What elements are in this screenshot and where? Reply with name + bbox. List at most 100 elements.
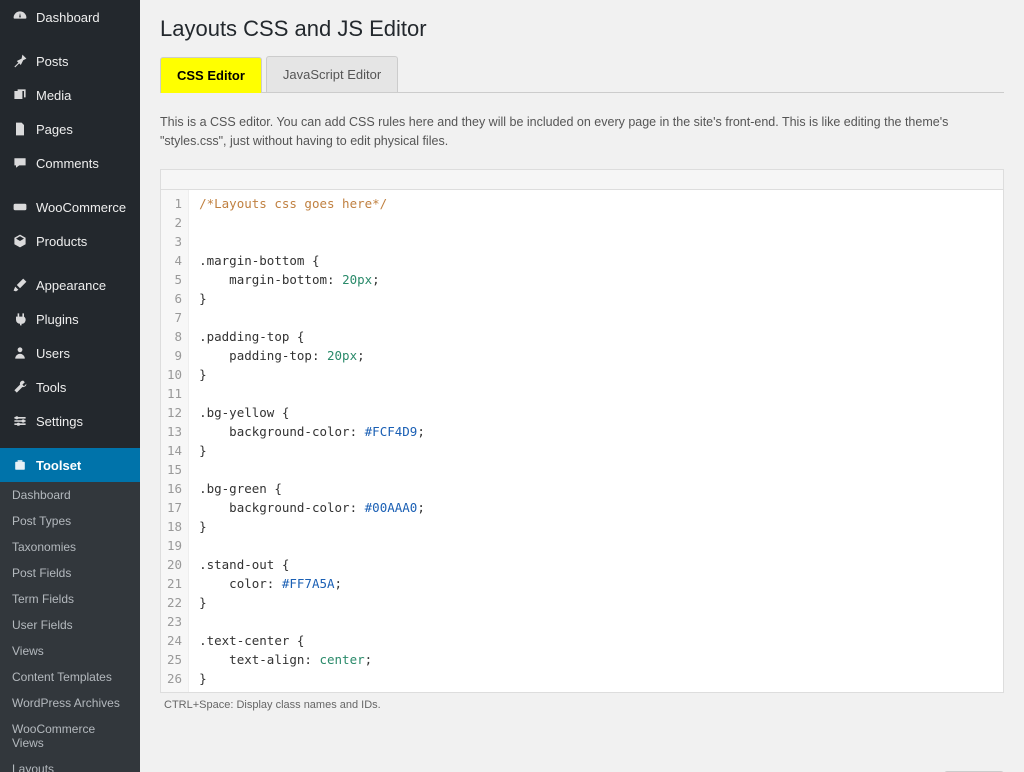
submenu-item-wordpress-archives[interactable]: WordPress Archives [0, 690, 140, 716]
menu-item-tools[interactable]: Tools [0, 370, 140, 404]
submenu-item-post-types[interactable]: Post Types [0, 508, 140, 534]
line-number: 16 [167, 479, 182, 498]
editor-hint: CTRL+Space: Display class names and IDs. [164, 699, 1004, 711]
main-content: Layouts CSS and JS Editor CSS EditorJava… [140, 0, 1024, 772]
menu-item-plugins[interactable]: Plugins [0, 302, 140, 336]
code-line[interactable]: background-color: #00AAA0; [199, 498, 425, 517]
brush-icon [10, 276, 30, 294]
submenu-item-dashboard[interactable]: Dashboard [0, 482, 140, 508]
code-line[interactable]: .margin-bottom { [199, 251, 425, 270]
submenu-item-views[interactable]: Views [0, 638, 140, 664]
line-number: 21 [167, 574, 182, 593]
code-line[interactable]: color: #FF7A5A; [199, 574, 425, 593]
submenu-item-post-fields[interactable]: Post Fields [0, 560, 140, 586]
code-line[interactable] [199, 612, 425, 631]
line-number: 26 [167, 669, 182, 688]
code-line[interactable]: .bg-green { [199, 479, 425, 498]
code-line[interactable] [199, 536, 425, 555]
code-line[interactable] [199, 232, 425, 251]
line-number: 18 [167, 517, 182, 536]
line-number: 19 [167, 536, 182, 555]
line-number: 25 [167, 650, 182, 669]
code-line[interactable]: } [199, 289, 425, 308]
tab-css-editor[interactable]: CSS Editor [160, 57, 262, 93]
line-number: 7 [167, 308, 182, 327]
code-line[interactable]: text-align: center; [199, 650, 425, 669]
menu-item-label: Dashboard [36, 10, 100, 25]
line-number: 20 [167, 555, 182, 574]
code-line[interactable]: } [199, 593, 425, 612]
menu-item-settings[interactable]: Settings [0, 404, 140, 438]
code-line[interactable]: padding-top: 20px; [199, 346, 425, 365]
menu-item-products[interactable]: Products [0, 224, 140, 258]
admin-sidebar: Dashboard PostsMedia Pages Comments WooComme… [0, 0, 140, 772]
code-line[interactable]: } [199, 517, 425, 536]
submenu-item-user-fields[interactable]: User Fields [0, 612, 140, 638]
code-content[interactable]: /*Layouts css goes here*/ .margin-bottom… [189, 190, 435, 692]
code-line[interactable]: .stand-out { [199, 555, 425, 574]
menu-item-label: Settings [36, 414, 83, 429]
line-number: 15 [167, 460, 182, 479]
code-line[interactable]: .bg-yellow { [199, 403, 425, 422]
submenu-item-term-fields[interactable]: Term Fields [0, 586, 140, 612]
line-number: 14 [167, 441, 182, 460]
menu-item-comments[interactable]: Comments [0, 146, 140, 180]
editor-toolbar [161, 170, 1003, 190]
comment-icon [10, 154, 30, 172]
menu-item-label: Tools [36, 380, 66, 395]
line-number: 12 [167, 403, 182, 422]
line-number: 13 [167, 422, 182, 441]
page-icon [10, 120, 30, 138]
line-number: 5 [167, 270, 182, 289]
code-line[interactable]: /*Layouts css goes here*/ [199, 194, 425, 213]
menu-item-woocommerce[interactable]: WooCommerce [0, 190, 140, 224]
line-number: 4 [167, 251, 182, 270]
menu-item-users[interactable]: Users [0, 336, 140, 370]
cube-icon [10, 232, 30, 250]
menu-item-posts[interactable]: Posts [0, 44, 140, 78]
line-number: 6 [167, 289, 182, 308]
menu-item-appearance[interactable]: Appearance [0, 268, 140, 302]
menu-item-label: Comments [36, 156, 99, 171]
menu-item-pages[interactable]: Pages [0, 112, 140, 146]
menu-item-label: Appearance [36, 278, 106, 293]
code-line[interactable] [199, 213, 425, 232]
menu-item-label: Toolset [36, 458, 81, 473]
line-number: 8 [167, 327, 182, 346]
line-gutter: 1234567891011121314151617181920212223242… [161, 190, 189, 692]
code-line[interactable]: } [199, 441, 425, 460]
submenu-item-layouts[interactable]: Layouts [0, 756, 140, 772]
submenu-item-content-templates[interactable]: Content Templates [0, 664, 140, 690]
code-line[interactable] [199, 460, 425, 479]
tab-javascript-editor[interactable]: JavaScript Editor [266, 56, 398, 92]
code-line[interactable] [199, 384, 425, 403]
menu-item-toolset[interactable]: Toolset [0, 448, 140, 482]
page-title: Layouts CSS and JS Editor [160, 16, 1004, 42]
code-line[interactable]: margin-bottom: 20px; [199, 270, 425, 289]
code-line[interactable]: } [199, 365, 425, 384]
code-line[interactable]: background-color: #FCF4D9; [199, 422, 425, 441]
submenu-item-taxonomies[interactable]: Taxonomies [0, 534, 140, 560]
line-number: 10 [167, 365, 182, 384]
woo-icon [10, 198, 30, 216]
code-line[interactable]: .text-center { [199, 631, 425, 650]
menu-item-media[interactable]: Media [0, 78, 140, 112]
code-line[interactable]: .padding-top { [199, 327, 425, 346]
code-line[interactable]: } [199, 669, 425, 688]
menu-item-label: Pages [36, 122, 73, 137]
plug-icon [10, 310, 30, 328]
sliders-icon [10, 412, 30, 430]
submenu-item-woocommerce-views[interactable]: WooCommerce Views [0, 716, 140, 756]
code-editor[interactable]: 1234567891011121314151617181920212223242… [160, 169, 1004, 693]
line-number: 24 [167, 631, 182, 650]
wrench-icon [10, 378, 30, 396]
editor-tabs: CSS EditorJavaScript Editor [160, 56, 1004, 93]
menu-item-dashboard[interactable]: Dashboard [0, 0, 140, 34]
menu-item-label: WooCommerce [36, 200, 126, 215]
line-number: 17 [167, 498, 182, 517]
code-line[interactable] [199, 308, 425, 327]
page-description: This is a CSS editor. You can add CSS ru… [160, 113, 1004, 151]
line-number: 9 [167, 346, 182, 365]
pin-icon [10, 52, 30, 70]
media-icon [10, 86, 30, 104]
